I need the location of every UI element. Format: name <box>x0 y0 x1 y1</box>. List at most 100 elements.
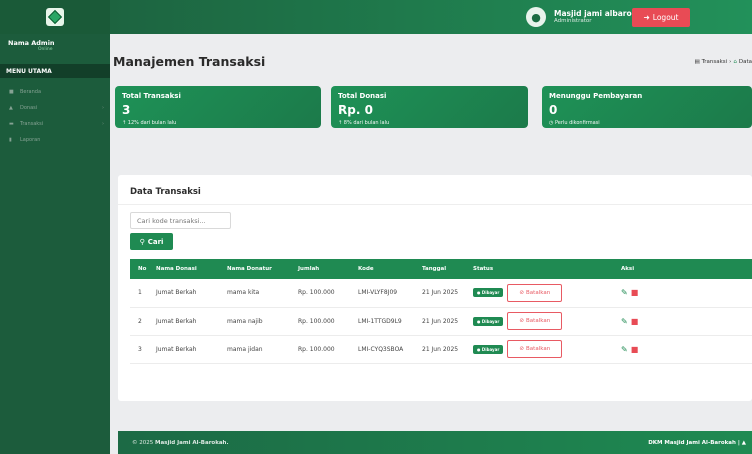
card-note: ◷ Perlu dikonfirmasi <box>549 120 600 126</box>
donation-icon: ▲ <box>9 105 13 111</box>
col-header: Tanggal <box>422 259 473 279</box>
card-note: ↑ 8% dari bulan lalu <box>338 120 390 126</box>
cell-status: ● Dibayar ⊘ Batalkan <box>473 335 613 364</box>
card-total-transaksi: Total Transaksi 3 ↑ 12% dari bulan lalu <box>115 86 321 128</box>
card-value: 3 <box>122 103 131 117</box>
sidebar-item-donasi[interactable]: ▲ Donasi › <box>0 100 110 116</box>
app-logo <box>46 8 64 26</box>
panel-title: Data Transaksi <box>130 187 201 197</box>
arrow-up-icon: ↑ <box>338 120 343 126</box>
user-avatar-icon: ● <box>526 7 546 27</box>
clock-icon: ◷ <box>549 120 554 126</box>
col-header: Nama Donasi <box>156 259 227 279</box>
breadcrumb-item[interactable]: Transaksi <box>702 59 727 65</box>
sidebar-item-label: Laporan <box>20 137 41 143</box>
dashboard-icon: ■ <box>9 89 14 95</box>
sidebar-item-laporan[interactable]: ▮ Laporan <box>0 132 110 148</box>
cell-donasi: Jumat Berkah <box>156 335 227 364</box>
logout-label: Logout <box>652 13 679 22</box>
col-header: Kode <box>358 259 422 279</box>
cell-no: 2 <box>130 307 156 336</box>
table-row: 1 Jumat Berkah mama kita Rp. 100.000 LMI… <box>130 279 752 308</box>
status-badge: ● Dibayar <box>473 316 504 326</box>
cell-donasi: Jumat Berkah <box>156 307 227 336</box>
status-badge: ● Dibayar <box>473 288 504 298</box>
cell-no: 3 <box>130 335 156 364</box>
cell-donasi: Jumat Berkah <box>156 279 227 308</box>
card-menunggu-pembayaran: Menunggu Pembayaran 0 ◷ Perlu dikonfirma… <box>542 86 752 128</box>
breadcrumb: ▤ Transaksi › ⌂ Data <box>694 59 752 65</box>
col-header: Nama Donatur <box>227 259 298 279</box>
cell-tanggal: 21 Jun 2025 <box>422 307 473 336</box>
card-title: Total Donasi <box>338 92 387 100</box>
edit-icon[interactable]: ✎ <box>621 317 628 326</box>
sidebar-user-name: Nama Admin <box>8 39 55 47</box>
table-header-row: No Nama Donasi Nama Donatur Jumlah Kode … <box>130 259 752 279</box>
trash-icon[interactable]: ■ <box>631 317 639 326</box>
cancel-icon: ⊘ <box>519 289 525 296</box>
chevron-right-icon: › <box>102 121 104 127</box>
mosque-icon: ▲ <box>741 439 746 446</box>
card-title: Menunggu Pembayaran <box>549 92 643 100</box>
search-button[interactable]: ⚲ Cari <box>130 233 173 250</box>
cell-tanggal: 21 Jun 2025 <box>422 279 473 308</box>
card-title: Total Transaksi <box>122 92 181 100</box>
cell-status: ● Dibayar ⊘ Batalkan <box>473 307 613 336</box>
trash-icon[interactable]: ■ <box>631 345 639 354</box>
footer-copyright: © 2025 Masjid Jami Al-Barokah. <box>132 439 229 446</box>
cancel-icon: ⊘ <box>519 346 525 352</box>
cell-kode: LMI-CYQ3SBOA <box>358 335 422 364</box>
cell-aksi: ✎ ■ <box>613 307 752 336</box>
cell-aksi: ✎ ■ <box>613 335 752 364</box>
search-input[interactable] <box>130 212 231 229</box>
top-navbar: ● Masjid jami albarok... Administrator ➜… <box>0 0 752 34</box>
cancel-button[interactable]: ⊘ Batalkan <box>507 312 563 330</box>
transaction-panel: Data Transaksi ⚲ Cari No Nama Donasi Nam… <box>118 175 752 401</box>
report-icon: ▮ <box>9 137 12 143</box>
sidebar-item-beranda[interactable]: ■ Beranda <box>0 84 110 100</box>
cell-donatur: mama najib <box>227 307 298 336</box>
brand-area[interactable] <box>0 0 110 34</box>
page-title: Manajemen Transaksi <box>113 54 266 69</box>
footer-right: DKM Masjid Jami Al-Barokah | ▲ <box>648 439 746 446</box>
cancel-button[interactable]: ⊘ Batalkan <box>507 340 563 358</box>
calendar-icon: ▤ <box>694 59 700 65</box>
sidebar-item-label: Donasi <box>20 105 38 111</box>
footer-org[interactable]: Masjid Jami Al-Barokah. <box>155 440 229 446</box>
chevron-right-icon: › <box>102 105 104 111</box>
sidebar: Nama Admin Online MENU UTAMA ■ Beranda ▲… <box>0 34 110 454</box>
table-row: 2 Jumat Berkah mama najib Rp. 100.000 LM… <box>130 307 752 336</box>
col-header: Aksi <box>613 259 752 279</box>
transaction-icon: ▬ <box>9 121 14 127</box>
card-value: 0 <box>549 103 558 117</box>
edit-icon[interactable]: ✎ <box>621 288 628 297</box>
arrow-up-icon: ↑ <box>122 120 127 126</box>
sidebar-user-status: Online <box>38 47 53 52</box>
card-total-donasi: Total Donasi Rp. 0 ↑ 8% dari bulan lalu <box>331 86 528 128</box>
status-badge: ● Dibayar <box>473 344 504 354</box>
cell-jumlah: Rp. 100.000 <box>298 307 358 336</box>
cancel-button[interactable]: ⊘ Batalkan <box>507 283 563 302</box>
cell-jumlah: Rp. 100.000 <box>298 279 358 308</box>
trash-icon[interactable]: ■ <box>631 288 639 297</box>
search-icon: ⚲ <box>139 237 145 246</box>
cell-kode: LMI-VLYF8J09 <box>358 279 422 308</box>
search-button-label: Cari <box>147 237 164 246</box>
user-menu[interactable]: ● Masjid jami albarok... Administrator <box>526 4 645 30</box>
col-header: Jumlah <box>298 259 358 279</box>
sidebar-user-panel: Nama Admin Online <box>0 34 110 64</box>
home-icon: ⌂ <box>733 59 737 65</box>
footer: © 2025 Masjid Jami Al-Barokah. DKM Masji… <box>118 431 752 454</box>
breadcrumb-item-current: Data <box>738 59 752 65</box>
edit-icon[interactable]: ✎ <box>621 345 628 354</box>
cell-kode: LMI-1TTGD9L9 <box>358 307 422 336</box>
divider <box>118 204 752 205</box>
card-value: Rp. 0 <box>338 103 373 117</box>
sidebar-item-transaksi[interactable]: ▬ Transaksi › <box>0 116 110 132</box>
table-row: 3 Jumat Berkah mama jidan Rp. 100.000 LM… <box>130 335 752 364</box>
transaction-table: No Nama Donasi Nama Donatur Jumlah Kode … <box>130 259 752 364</box>
logout-button[interactable]: ➜ Logout <box>632 8 690 27</box>
cell-tanggal: 21 Jun 2025 <box>422 335 473 364</box>
cell-aksi: ✎ ■ <box>613 279 752 308</box>
col-header: No <box>130 259 156 279</box>
